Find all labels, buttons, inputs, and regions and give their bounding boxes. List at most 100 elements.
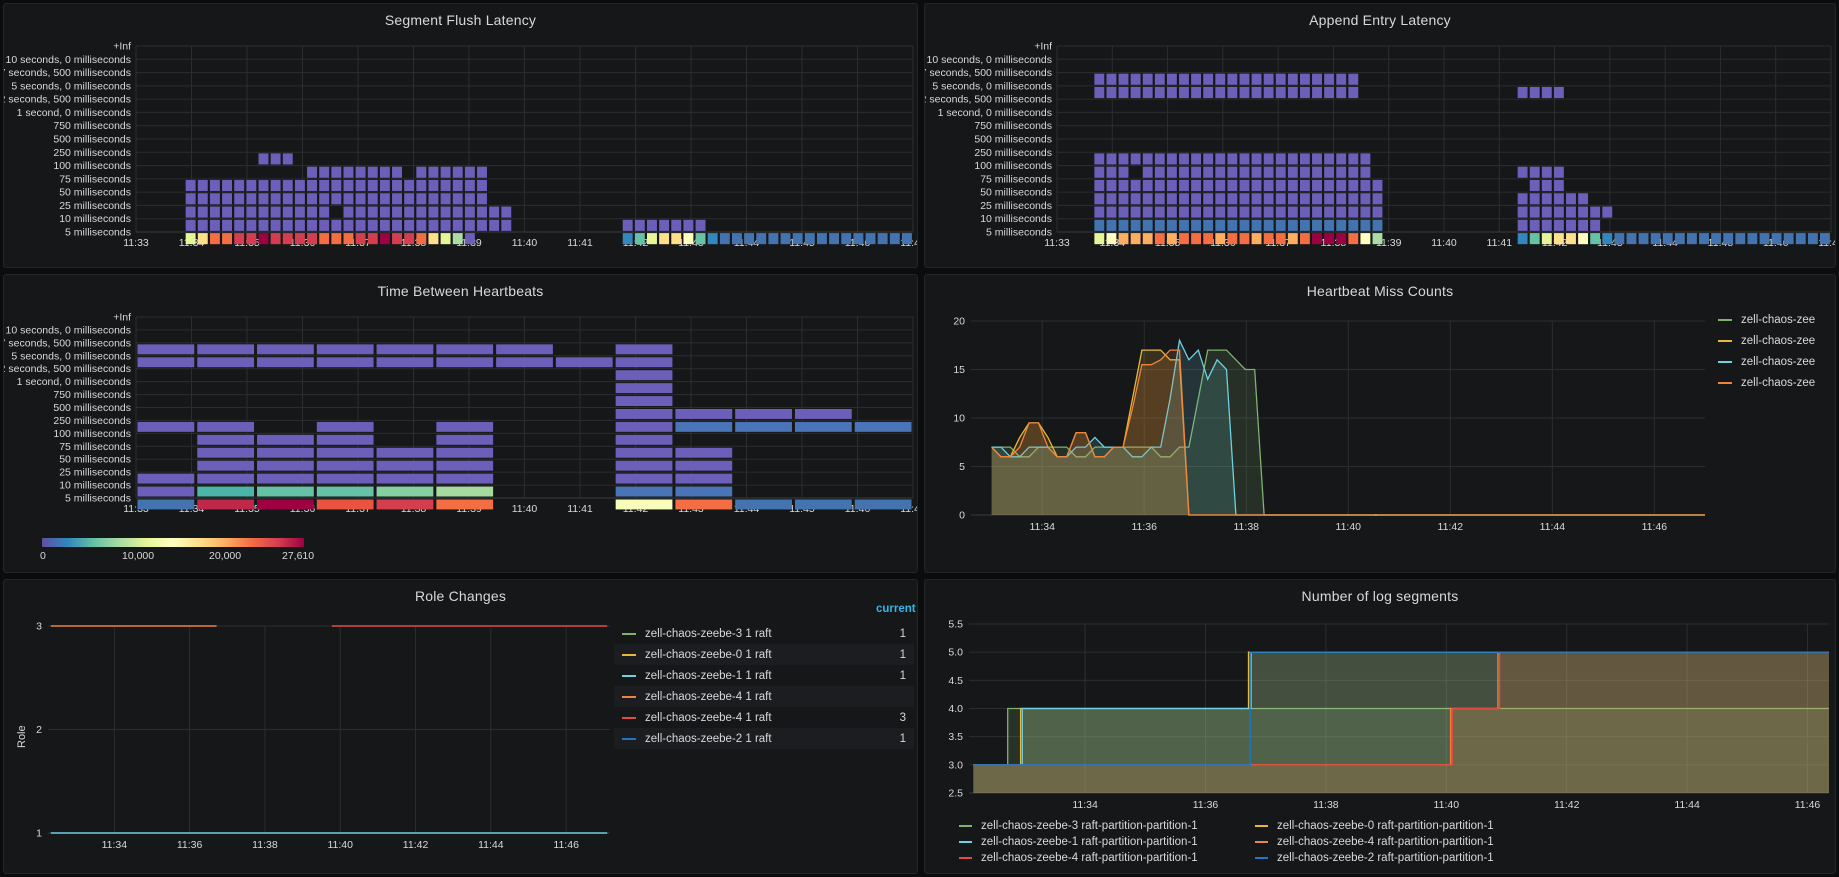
heatmap-cell bbox=[901, 233, 912, 245]
panel-role-changes[interactable]: Role Changes 1 2 3 11:34 11:36 11:38 11:40 11:4… bbox=[3, 579, 918, 874]
heatmap-cell bbox=[1142, 166, 1153, 178]
legend-item[interactable]: zell-chaos-zee bbox=[1718, 330, 1815, 351]
legend-item[interactable]: zell-chaos-zeebe-2 raft-partition-partit… bbox=[1255, 852, 1537, 864]
heatmap-cell bbox=[355, 166, 366, 178]
legend-row[interactable]: zell-chaos-zeebe-0 1 raft 1 bbox=[614, 644, 914, 665]
heatmap-y-tick: 50 milliseconds bbox=[59, 187, 131, 199]
legend-item[interactable]: zell-chaos-zeebe-4 raft-partition-partit… bbox=[1255, 836, 1537, 848]
heatmap-cell bbox=[376, 486, 434, 497]
chart-x-tick: 11:34 bbox=[1029, 521, 1055, 533]
legend-color-swatch bbox=[1255, 841, 1268, 843]
heatmap-cell bbox=[440, 233, 451, 245]
heatmap-cell bbox=[1166, 153, 1177, 165]
panel-heartbeat-miss-counts[interactable]: Heartbeat Miss Counts 0 5 10 15 20 11:34 11:36… bbox=[924, 274, 1836, 573]
heatmap-cell bbox=[316, 434, 374, 445]
legend-item[interactable]: zell-chaos-zeebe-0 raft-partition-partit… bbox=[1255, 820, 1537, 832]
chart-y-tick: 10 bbox=[953, 413, 965, 425]
legend-item[interactable]: zell-chaos-zeebe-3 raft-partition-partit… bbox=[959, 820, 1241, 832]
heatmap-cell bbox=[1783, 233, 1794, 245]
heatmap-cell bbox=[1771, 233, 1782, 245]
heatmap-cell bbox=[1130, 86, 1141, 99]
heatmap-cell bbox=[1275, 179, 1286, 192]
heatmap-cell bbox=[416, 166, 427, 178]
heatmap-cell bbox=[1203, 166, 1214, 178]
heatmap-cell bbox=[1191, 153, 1202, 165]
panel-time-between-heartbeats[interactable]: Time Between Heartbeats +Inf 10 seconds, … bbox=[3, 274, 918, 573]
heatmap-y-tick: 10 milliseconds bbox=[980, 213, 1052, 225]
heatmap-cell bbox=[307, 233, 318, 245]
heatmap-y-tick: 5 milliseconds bbox=[65, 493, 131, 505]
heatmap-cell bbox=[615, 357, 673, 368]
legend-row[interactable]: zell-chaos-zeebe-4 1 raft 3 bbox=[614, 707, 914, 728]
heatmap-cell bbox=[1118, 219, 1129, 231]
heatmap-cell bbox=[1566, 219, 1576, 231]
color-scale-label-1: 10,000 bbox=[122, 550, 155, 562]
heatmap-cell bbox=[1590, 219, 1601, 231]
legend-color-swatch bbox=[1718, 381, 1732, 384]
legend-series-name: zell-chaos-zeebe-4 raft-partition-partit… bbox=[981, 852, 1198, 864]
legend-row[interactable]: zell-chaos-zeebe-4 1 raft bbox=[614, 686, 914, 707]
panel-append-entry-latency[interactable]: Append Entry Latency +Inf 10 seconds, 0 m… bbox=[924, 3, 1836, 268]
heatmap-cell bbox=[1166, 166, 1177, 178]
heatmap-cell bbox=[464, 166, 475, 178]
heatmap-cell bbox=[1118, 166, 1129, 178]
heatmap-y-tick: 7 seconds, 500 milliseconds bbox=[4, 67, 131, 79]
heatmap-y-tick: 75 milliseconds bbox=[59, 173, 131, 185]
heatmap-cell bbox=[683, 233, 694, 245]
heatmap-cell bbox=[477, 193, 487, 205]
heatmap-cell bbox=[1215, 153, 1226, 165]
heatmap-y-tick: 25 milliseconds bbox=[59, 200, 131, 212]
legend-row[interactable]: zell-chaos-zeebe-2 1 raft 1 bbox=[614, 728, 914, 749]
heatmap-cell bbox=[222, 179, 233, 192]
heatmap-cell bbox=[343, 179, 354, 192]
heatmap-cell bbox=[1142, 73, 1153, 85]
legend-series-name: zell-chaos-zeebe-3 raft-partition-partit… bbox=[981, 820, 1198, 832]
legend-item[interactable]: zell-chaos-zee bbox=[1718, 372, 1815, 393]
panel-segment-flush-latency[interactable]: Segment Flush Latency +Inf 10 seconds, 0 … bbox=[3, 3, 918, 268]
heatmap-cell bbox=[367, 233, 378, 245]
legend-item[interactable]: zell-chaos-zee bbox=[1718, 309, 1815, 330]
log-segments-legend[interactable]: zell-chaos-zeebe-3 raft-partition-partit… bbox=[959, 820, 1829, 868]
legend-item[interactable]: zell-chaos-zeebe-4 raft-partition-partit… bbox=[959, 852, 1241, 864]
heatmap-cell bbox=[452, 179, 463, 192]
heatmap-cell bbox=[1287, 219, 1298, 231]
heatmap-cell bbox=[1336, 219, 1347, 231]
heatmap-y-tick: 10 seconds, 0 milliseconds bbox=[927, 54, 1052, 66]
heatmap-cell bbox=[1154, 179, 1165, 192]
heatmap-cell bbox=[477, 206, 487, 218]
legend-item[interactable]: zell-chaos-zee bbox=[1718, 351, 1815, 372]
heatmap-cell bbox=[1312, 73, 1322, 85]
heatmap-cell bbox=[416, 219, 427, 231]
heatmap-cell bbox=[185, 179, 196, 192]
legend-row[interactable]: zell-chaos-zeebe-1 1 raft 1 bbox=[614, 665, 914, 686]
legend-item-label: zell-chaos-zee bbox=[1741, 355, 1816, 368]
legend-row[interactable]: zell-chaos-zeebe-3 1 raft 1 bbox=[614, 623, 914, 644]
chart-y-tick: 1 bbox=[36, 828, 42, 840]
heatmap-cell bbox=[1517, 219, 1528, 231]
heatmap-cell bbox=[1312, 219, 1322, 231]
heatmap-cell bbox=[307, 206, 318, 218]
legend-item[interactable]: zell-chaos-zeebe-1 raft-partition-partit… bbox=[959, 836, 1241, 848]
heatmap-cell bbox=[185, 233, 196, 245]
heatmap-cell bbox=[1215, 193, 1226, 205]
heartbeat-miss-counts-legend[interactable]: zell-chaos-zee zell-chaos-zee zell-chaos-z… bbox=[1718, 309, 1815, 393]
heatmap-cell bbox=[1348, 153, 1359, 165]
heatmap-cell bbox=[197, 193, 208, 205]
panel-log-segments[interactable]: Number of log segments 2.5 3.0 3.5 4.0 4.5 5.… bbox=[924, 579, 1836, 874]
heatmap-cell bbox=[1324, 179, 1335, 192]
role-changes-legend-table[interactable]: current zell-chaos-zeebe-3 1 raft 1 zell-ch… bbox=[614, 603, 916, 749]
heatmap-cell bbox=[258, 233, 269, 245]
chart-y-tick: 3 bbox=[36, 621, 42, 633]
heatmap-cell bbox=[1287, 153, 1298, 165]
role-changes-chart: 1 2 3 11:34 11:36 11:38 11:40 11:42 11:44 11:46 bbox=[36, 621, 610, 851]
heatmap-cell bbox=[376, 460, 434, 471]
heatmap-cell bbox=[854, 499, 912, 510]
heatmap-cell bbox=[1179, 206, 1189, 218]
heatmap-cell bbox=[1118, 179, 1129, 192]
heatmap-cell bbox=[1106, 153, 1117, 165]
heatmap-cell bbox=[258, 153, 269, 165]
chart-x-tick: 11:46 bbox=[1795, 799, 1821, 811]
heatmap-cell bbox=[436, 434, 494, 445]
heatmap-cell bbox=[234, 206, 245, 218]
heatmap-cell bbox=[1179, 193, 1189, 205]
